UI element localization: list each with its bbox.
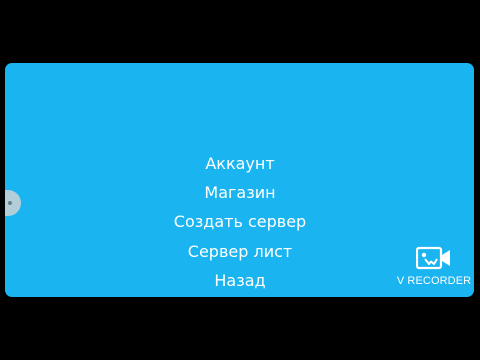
menu-item-create-server[interactable]: Создать сервер (0, 212, 480, 232)
menu-item-label: Магазин (204, 183, 276, 202)
watermark-text: V RECORDER (396, 275, 472, 287)
menu-item-shop[interactable]: Магазин (0, 183, 480, 203)
menu-item-label: Сервер лист (187, 242, 293, 261)
screen: Аккаунт Магазин Создать сервер Сервер ли… (0, 0, 480, 360)
video-camera-icon (416, 246, 450, 270)
menu-item-account[interactable]: Аккаунт (0, 154, 480, 174)
menu-item-label: Аккаунт (205, 154, 275, 173)
menu-item-label: Назад (214, 271, 266, 290)
menu-item-label: Создать сервер (173, 212, 307, 231)
recorder-watermark: V RECORDER (392, 246, 476, 290)
